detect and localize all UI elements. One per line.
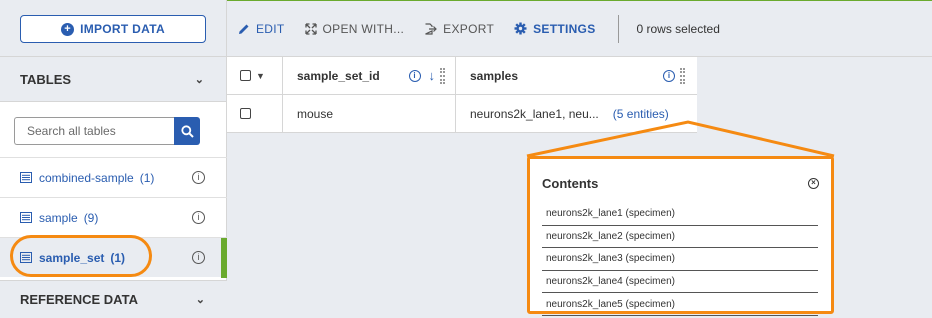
list-item: neurons2k_lane3 (specimen) bbox=[542, 248, 818, 271]
table-item-count: (9) bbox=[83, 210, 99, 225]
row-select-cell bbox=[227, 95, 283, 132]
table-icon bbox=[20, 212, 32, 223]
table-item-count: (1) bbox=[139, 170, 155, 185]
expand-icon bbox=[304, 22, 317, 35]
search-icon bbox=[180, 124, 194, 138]
toolbar: EDIT OPEN WITH... EXPORT SETTINGS 0 rows… bbox=[227, 1, 932, 57]
reference-data-section-header[interactable]: REFERENCE DATA ⌄ bbox=[0, 280, 227, 318]
chevron-down-icon: ⌄ bbox=[194, 73, 204, 86]
open-with-button[interactable]: OPEN WITH... bbox=[304, 21, 405, 36]
column-header-samples[interactable]: samples i bbox=[456, 57, 697, 94]
info-icon[interactable]: i bbox=[192, 211, 205, 224]
import-data-label: IMPORT DATA bbox=[80, 22, 165, 36]
toolbar-divider bbox=[617, 14, 619, 43]
import-data-button[interactable]: + IMPORT DATA bbox=[20, 15, 206, 43]
row-checkbox[interactable] bbox=[240, 108, 251, 119]
tables-section-header[interactable]: TABLES ⌄ bbox=[0, 57, 226, 102]
plus-circle-icon: + bbox=[61, 22, 75, 36]
list-item: neurons2k_lane2 (specimen) bbox=[542, 226, 818, 249]
cell-sample-set-id: mouse bbox=[283, 95, 456, 132]
gear-icon bbox=[514, 22, 527, 35]
cell-value: mouse bbox=[297, 106, 334, 121]
column-header-sample-set-id[interactable]: sample_set_id i ↓ bbox=[283, 57, 456, 94]
settings-label: SETTINGS bbox=[533, 21, 596, 36]
tables-heading: TABLES bbox=[20, 71, 72, 87]
sidebar-item-sample[interactable]: sample (9) i bbox=[0, 197, 227, 237]
rows-selected-status: 0 rows selected bbox=[636, 21, 720, 36]
data-table: ▼ sample_set_id i ↓ samples i mouse neur… bbox=[227, 57, 697, 133]
column-resize-handle[interactable] bbox=[440, 67, 445, 84]
table-item-label: sample bbox=[39, 210, 78, 225]
column-header-label: samples bbox=[470, 68, 519, 83]
search-button[interactable] bbox=[174, 117, 200, 145]
list-item: neurons2k_lane5 (specimen) bbox=[542, 293, 818, 316]
open-with-label: OPEN WITH... bbox=[322, 21, 405, 36]
contents-popup: Contents × neurons2k_lane1 (specimen) ne… bbox=[527, 156, 834, 316]
popup-list: neurons2k_lane1 (specimen) neurons2k_lan… bbox=[542, 203, 819, 316]
table-icon bbox=[20, 172, 32, 183]
column-resize-handle[interactable] bbox=[680, 67, 685, 84]
export-label: EXPORT bbox=[443, 21, 495, 36]
select-all-control[interactable]: ▼ bbox=[227, 57, 283, 94]
search-tables-input[interactable] bbox=[14, 117, 174, 145]
table-header-row: ▼ sample_set_id i ↓ samples i bbox=[227, 57, 697, 95]
reference-heading: REFERENCE DATA bbox=[20, 292, 138, 307]
edit-label: EDIT bbox=[256, 21, 285, 36]
settings-button[interactable]: SETTINGS bbox=[514, 22, 595, 36]
cell-samples: neurons2k_lane1, neu... (5 entities) bbox=[456, 95, 697, 132]
entities-link[interactable]: (5 entities) bbox=[613, 107, 669, 121]
table-search bbox=[0, 102, 226, 162]
table-row: mouse neurons2k_lane1, neu... (5 entitie… bbox=[227, 95, 697, 133]
info-icon[interactable]: i bbox=[192, 251, 205, 264]
info-icon[interactable]: i bbox=[408, 69, 421, 82]
cell-value: neurons2k_lane1, neu... bbox=[470, 106, 599, 121]
chevron-down-icon: ⌄ bbox=[195, 294, 205, 306]
sidebar-item-combined-sample[interactable]: combined-sample (1) i bbox=[0, 157, 227, 197]
caret-down-icon[interactable]: ▼ bbox=[256, 71, 265, 81]
info-icon[interactable]: i bbox=[663, 69, 675, 82]
info-icon[interactable]: i bbox=[192, 171, 205, 184]
list-item: neurons2k_lane4 (specimen) bbox=[542, 271, 818, 294]
export-button[interactable]: EXPORT bbox=[424, 22, 494, 36]
import-area: + IMPORT DATA bbox=[0, 0, 226, 57]
sort-descending-icon[interactable]: ↓ bbox=[429, 68, 436, 83]
table-item-label: combined-sample bbox=[39, 170, 134, 185]
pencil-icon bbox=[239, 24, 249, 34]
highlight-ring bbox=[10, 235, 152, 277]
close-icon[interactable]: × bbox=[808, 178, 819, 189]
select-all-checkbox[interactable] bbox=[240, 70, 251, 81]
export-icon bbox=[425, 22, 438, 35]
list-item: neurons2k_lane1 (specimen) bbox=[542, 203, 818, 226]
edit-button[interactable]: EDIT bbox=[238, 22, 285, 36]
column-header-label: sample_set_id bbox=[297, 68, 380, 83]
popup-title: Contents bbox=[542, 176, 599, 191]
